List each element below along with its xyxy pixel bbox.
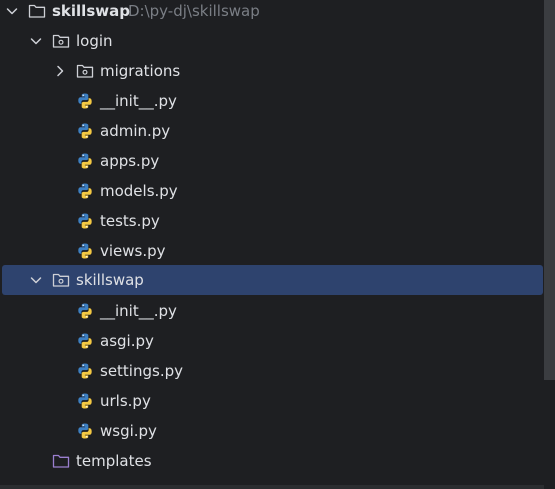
python-file-icon bbox=[76, 212, 94, 230]
tree-node-skillswap[interactable]: skillswap bbox=[2, 265, 543, 295]
chevron-down-icon[interactable] bbox=[4, 3, 20, 19]
python-file-icon bbox=[76, 332, 94, 350]
python-file-icon bbox=[76, 302, 94, 320]
file-label: apps.py bbox=[100, 152, 160, 170]
tree-file-settings[interactable]: settings.py bbox=[0, 356, 544, 386]
package-folder-icon bbox=[52, 271, 70, 289]
project-tree: skillswap D:\py-dj\skillswap login migra… bbox=[0, 0, 544, 489]
tree-file-skillswap-init[interactable]: __init__.py bbox=[0, 296, 544, 326]
login-label: login bbox=[76, 32, 113, 50]
python-file-icon bbox=[76, 422, 94, 440]
vertical-scrollbar-thumb[interactable] bbox=[544, 0, 555, 380]
tree-node-login[interactable]: login bbox=[0, 26, 544, 56]
file-label: __init__.py bbox=[100, 92, 177, 110]
tree-file-views[interactable]: views.py bbox=[0, 236, 544, 266]
tree-file-urls[interactable]: urls.py bbox=[0, 386, 544, 416]
panel-bottom-edge bbox=[0, 485, 544, 489]
tree-file-tests[interactable]: tests.py bbox=[0, 206, 544, 236]
skillswap-label: skillswap bbox=[76, 271, 144, 289]
python-file-icon bbox=[76, 182, 94, 200]
file-label: urls.py bbox=[100, 392, 151, 410]
tree-node-templates[interactable]: templates bbox=[0, 446, 544, 476]
file-label: models.py bbox=[100, 182, 178, 200]
chevron-down-icon[interactable] bbox=[28, 33, 44, 49]
file-label: settings.py bbox=[100, 362, 183, 380]
folder-icon bbox=[28, 2, 46, 20]
migrations-label: migrations bbox=[100, 62, 181, 80]
file-label: asgi.py bbox=[100, 332, 154, 350]
vertical-scrollbar-track[interactable] bbox=[544, 380, 555, 489]
python-file-icon bbox=[76, 392, 94, 410]
python-file-icon bbox=[76, 362, 94, 380]
tree-node-migrations[interactable]: migrations bbox=[0, 56, 544, 86]
tree-file-apps[interactable]: apps.py bbox=[0, 146, 544, 176]
package-folder-icon bbox=[76, 62, 94, 80]
templates-folder-icon bbox=[52, 452, 70, 470]
tree-file-asgi[interactable]: asgi.py bbox=[0, 326, 544, 356]
chevron-right-icon[interactable] bbox=[52, 63, 68, 79]
package-folder-icon bbox=[52, 32, 70, 50]
file-label: wsgi.py bbox=[100, 422, 157, 440]
file-label: views.py bbox=[100, 242, 166, 260]
root-label: skillswap bbox=[52, 2, 130, 20]
tree-file-login-init[interactable]: __init__.py bbox=[0, 86, 544, 116]
python-file-icon bbox=[76, 122, 94, 140]
chevron-down-icon[interactable] bbox=[28, 272, 44, 288]
tree-file-admin[interactable]: admin.py bbox=[0, 116, 544, 146]
tree-file-models[interactable]: models.py bbox=[0, 176, 544, 206]
tree-node-root[interactable]: skillswap D:\py-dj\skillswap bbox=[0, 0, 544, 26]
templates-label: templates bbox=[76, 452, 152, 470]
python-file-icon bbox=[76, 242, 94, 260]
tree-file-wsgi[interactable]: wsgi.py bbox=[0, 416, 544, 446]
file-label: tests.py bbox=[100, 212, 160, 230]
python-file-icon bbox=[76, 152, 94, 170]
file-label: __init__.py bbox=[100, 302, 177, 320]
root-path: D:\py-dj\skillswap bbox=[128, 2, 260, 20]
python-file-icon bbox=[76, 92, 94, 110]
file-label: admin.py bbox=[100, 122, 171, 140]
